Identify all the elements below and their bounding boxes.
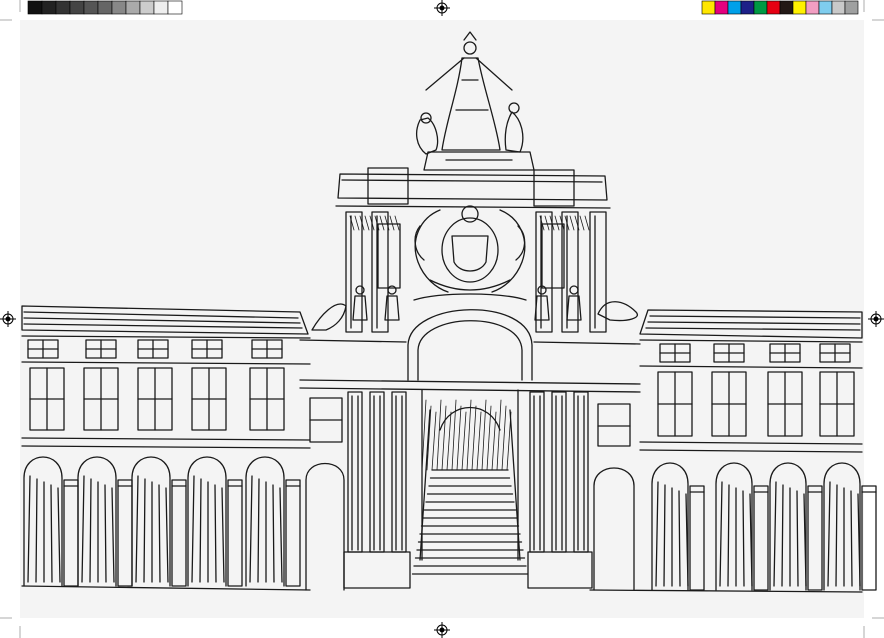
registration-mark-right (868, 311, 884, 327)
color-swatch (831, 0, 846, 15)
color-calibration-bar (701, 0, 859, 15)
print-sheet (0, 0, 884, 638)
color-swatch (766, 0, 781, 15)
registration-mark-top (434, 0, 450, 16)
registration-mark-bottom (434, 622, 450, 638)
registration-mark-left (0, 311, 16, 327)
gray-swatch (125, 0, 141, 15)
gray-swatch (27, 0, 43, 15)
gray-swatch (97, 0, 113, 15)
arcade-pillar (861, 485, 877, 591)
gray-swatch (167, 0, 183, 15)
paper-area (20, 20, 864, 618)
color-swatch (753, 0, 768, 15)
color-swatch (727, 0, 742, 15)
gray-swatch (69, 0, 85, 15)
color-swatch (792, 0, 807, 15)
gray-swatch (153, 0, 169, 15)
sketch-canvas (0, 0, 884, 638)
color-swatch (701, 0, 716, 15)
color-swatch (805, 0, 820, 15)
color-swatch (818, 0, 833, 15)
gray-swatch (111, 0, 127, 15)
gray-swatch (55, 0, 71, 15)
gray-swatch (139, 0, 155, 15)
color-swatch (714, 0, 729, 15)
color-swatch (779, 0, 794, 15)
gray-swatch (41, 0, 57, 15)
color-swatch (740, 0, 755, 15)
grayscale-calibration-bar (27, 0, 183, 15)
gray-swatch (83, 0, 99, 15)
color-swatch (844, 0, 859, 15)
